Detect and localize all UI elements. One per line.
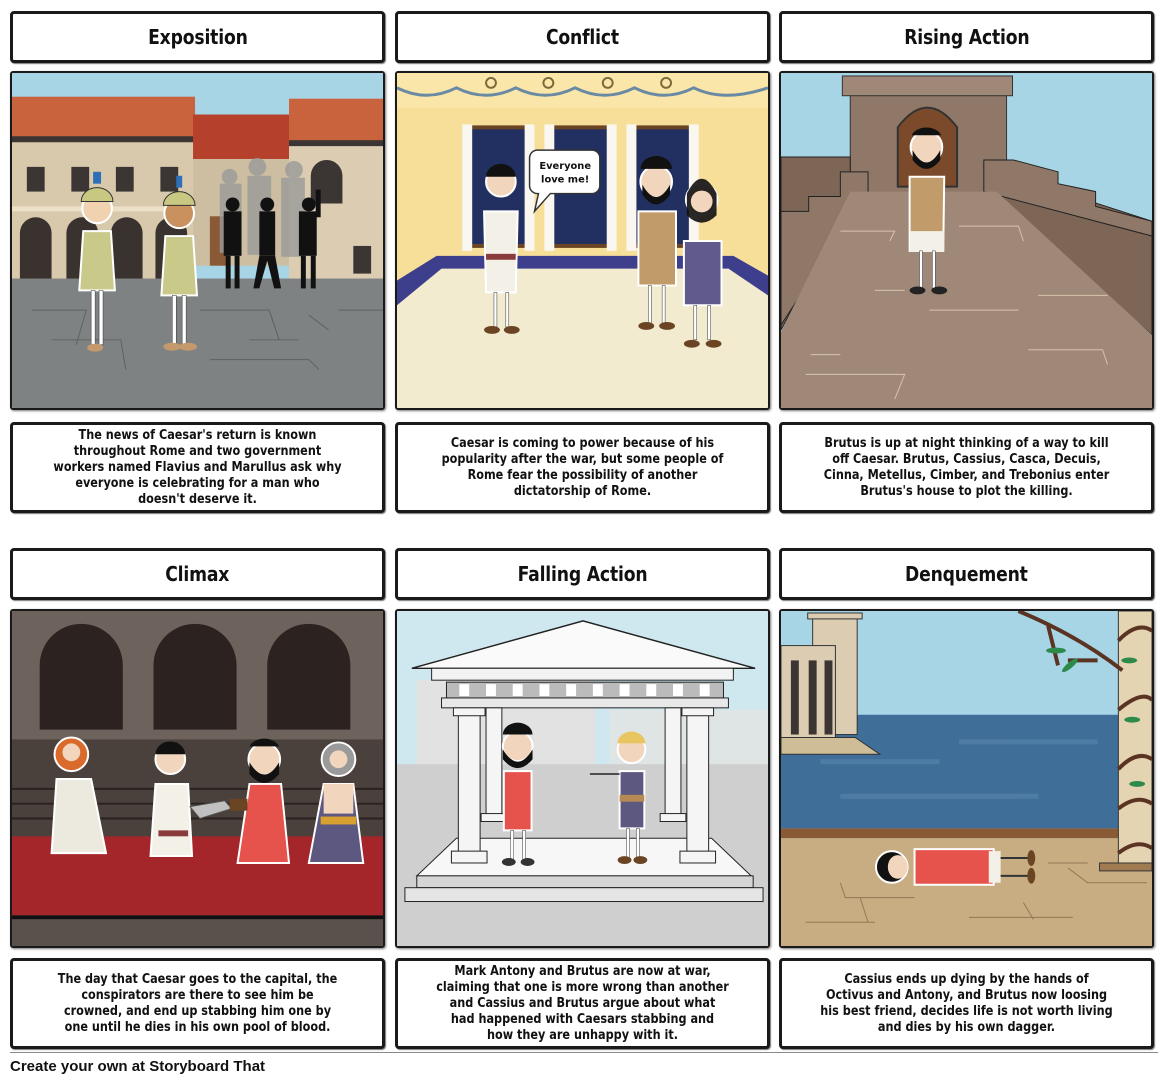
- panel-description-denouement: Cassius ends up dying by the hands of Oc…: [779, 958, 1154, 1049]
- panel-title-text: Falling Action: [517, 562, 648, 586]
- panel-title-text: Conflict: [545, 25, 619, 49]
- panel-description-falling-action: Mark Antony and Brutus are now at war, c…: [395, 958, 770, 1049]
- panel-description-text: Cassius ends up dying by the hands of Oc…: [820, 971, 1113, 1035]
- panel-title-text: Denquement: [905, 562, 1028, 586]
- scene-climax: [10, 609, 385, 948]
- panel-description-rising-action: Brutus is up at night thinking of a way …: [779, 422, 1154, 513]
- speech-line-2: love me!: [541, 175, 589, 186]
- character-caesar: [149, 741, 194, 858]
- scene-denouement: [779, 609, 1154, 948]
- panel-title-text: Rising Action: [903, 25, 1030, 49]
- panel-description-text: Mark Antony and Brutus are now at war, c…: [436, 963, 729, 1043]
- panel-description-climax: The day that Caesar goes to the capital,…: [10, 958, 385, 1049]
- panel-description-text: The day that Caesar goes to the capital,…: [57, 971, 338, 1035]
- footer-attribution-link[interactable]: Create your own at Storyboard That: [10, 1058, 265, 1075]
- panel-description-conflict: Caesar is coming to power because of his…: [395, 422, 770, 513]
- panel-title-text: Exposition: [147, 25, 248, 49]
- panel-description-text: Brutus is up at night thinking of a way …: [823, 435, 1110, 499]
- panel-title-text: Climax: [165, 562, 230, 586]
- scene-falling-action: [395, 609, 770, 948]
- scene-exposition: [10, 71, 385, 410]
- panel-title-falling-action: Falling Action: [395, 548, 770, 600]
- scene-rising-action: [779, 71, 1154, 410]
- panel-title-exposition: Exposition: [10, 11, 385, 63]
- footer-divider: [10, 1052, 1158, 1053]
- scene-conflict: Everyone love me!: [395, 71, 770, 410]
- panel-title-denouement: Denquement: [779, 548, 1154, 600]
- panel-description-exposition: The news of Caesar's return is known thr…: [10, 422, 385, 513]
- panel-description-text: Caesar is coming to power because of his…: [441, 435, 724, 499]
- panel-title-rising-action: Rising Action: [779, 11, 1154, 63]
- panel-title-climax: Climax: [10, 548, 385, 600]
- panel-description-text: The news of Caesar's return is known thr…: [53, 427, 342, 507]
- speech-line-1: Everyone: [539, 161, 591, 172]
- panel-title-conflict: Conflict: [395, 11, 770, 63]
